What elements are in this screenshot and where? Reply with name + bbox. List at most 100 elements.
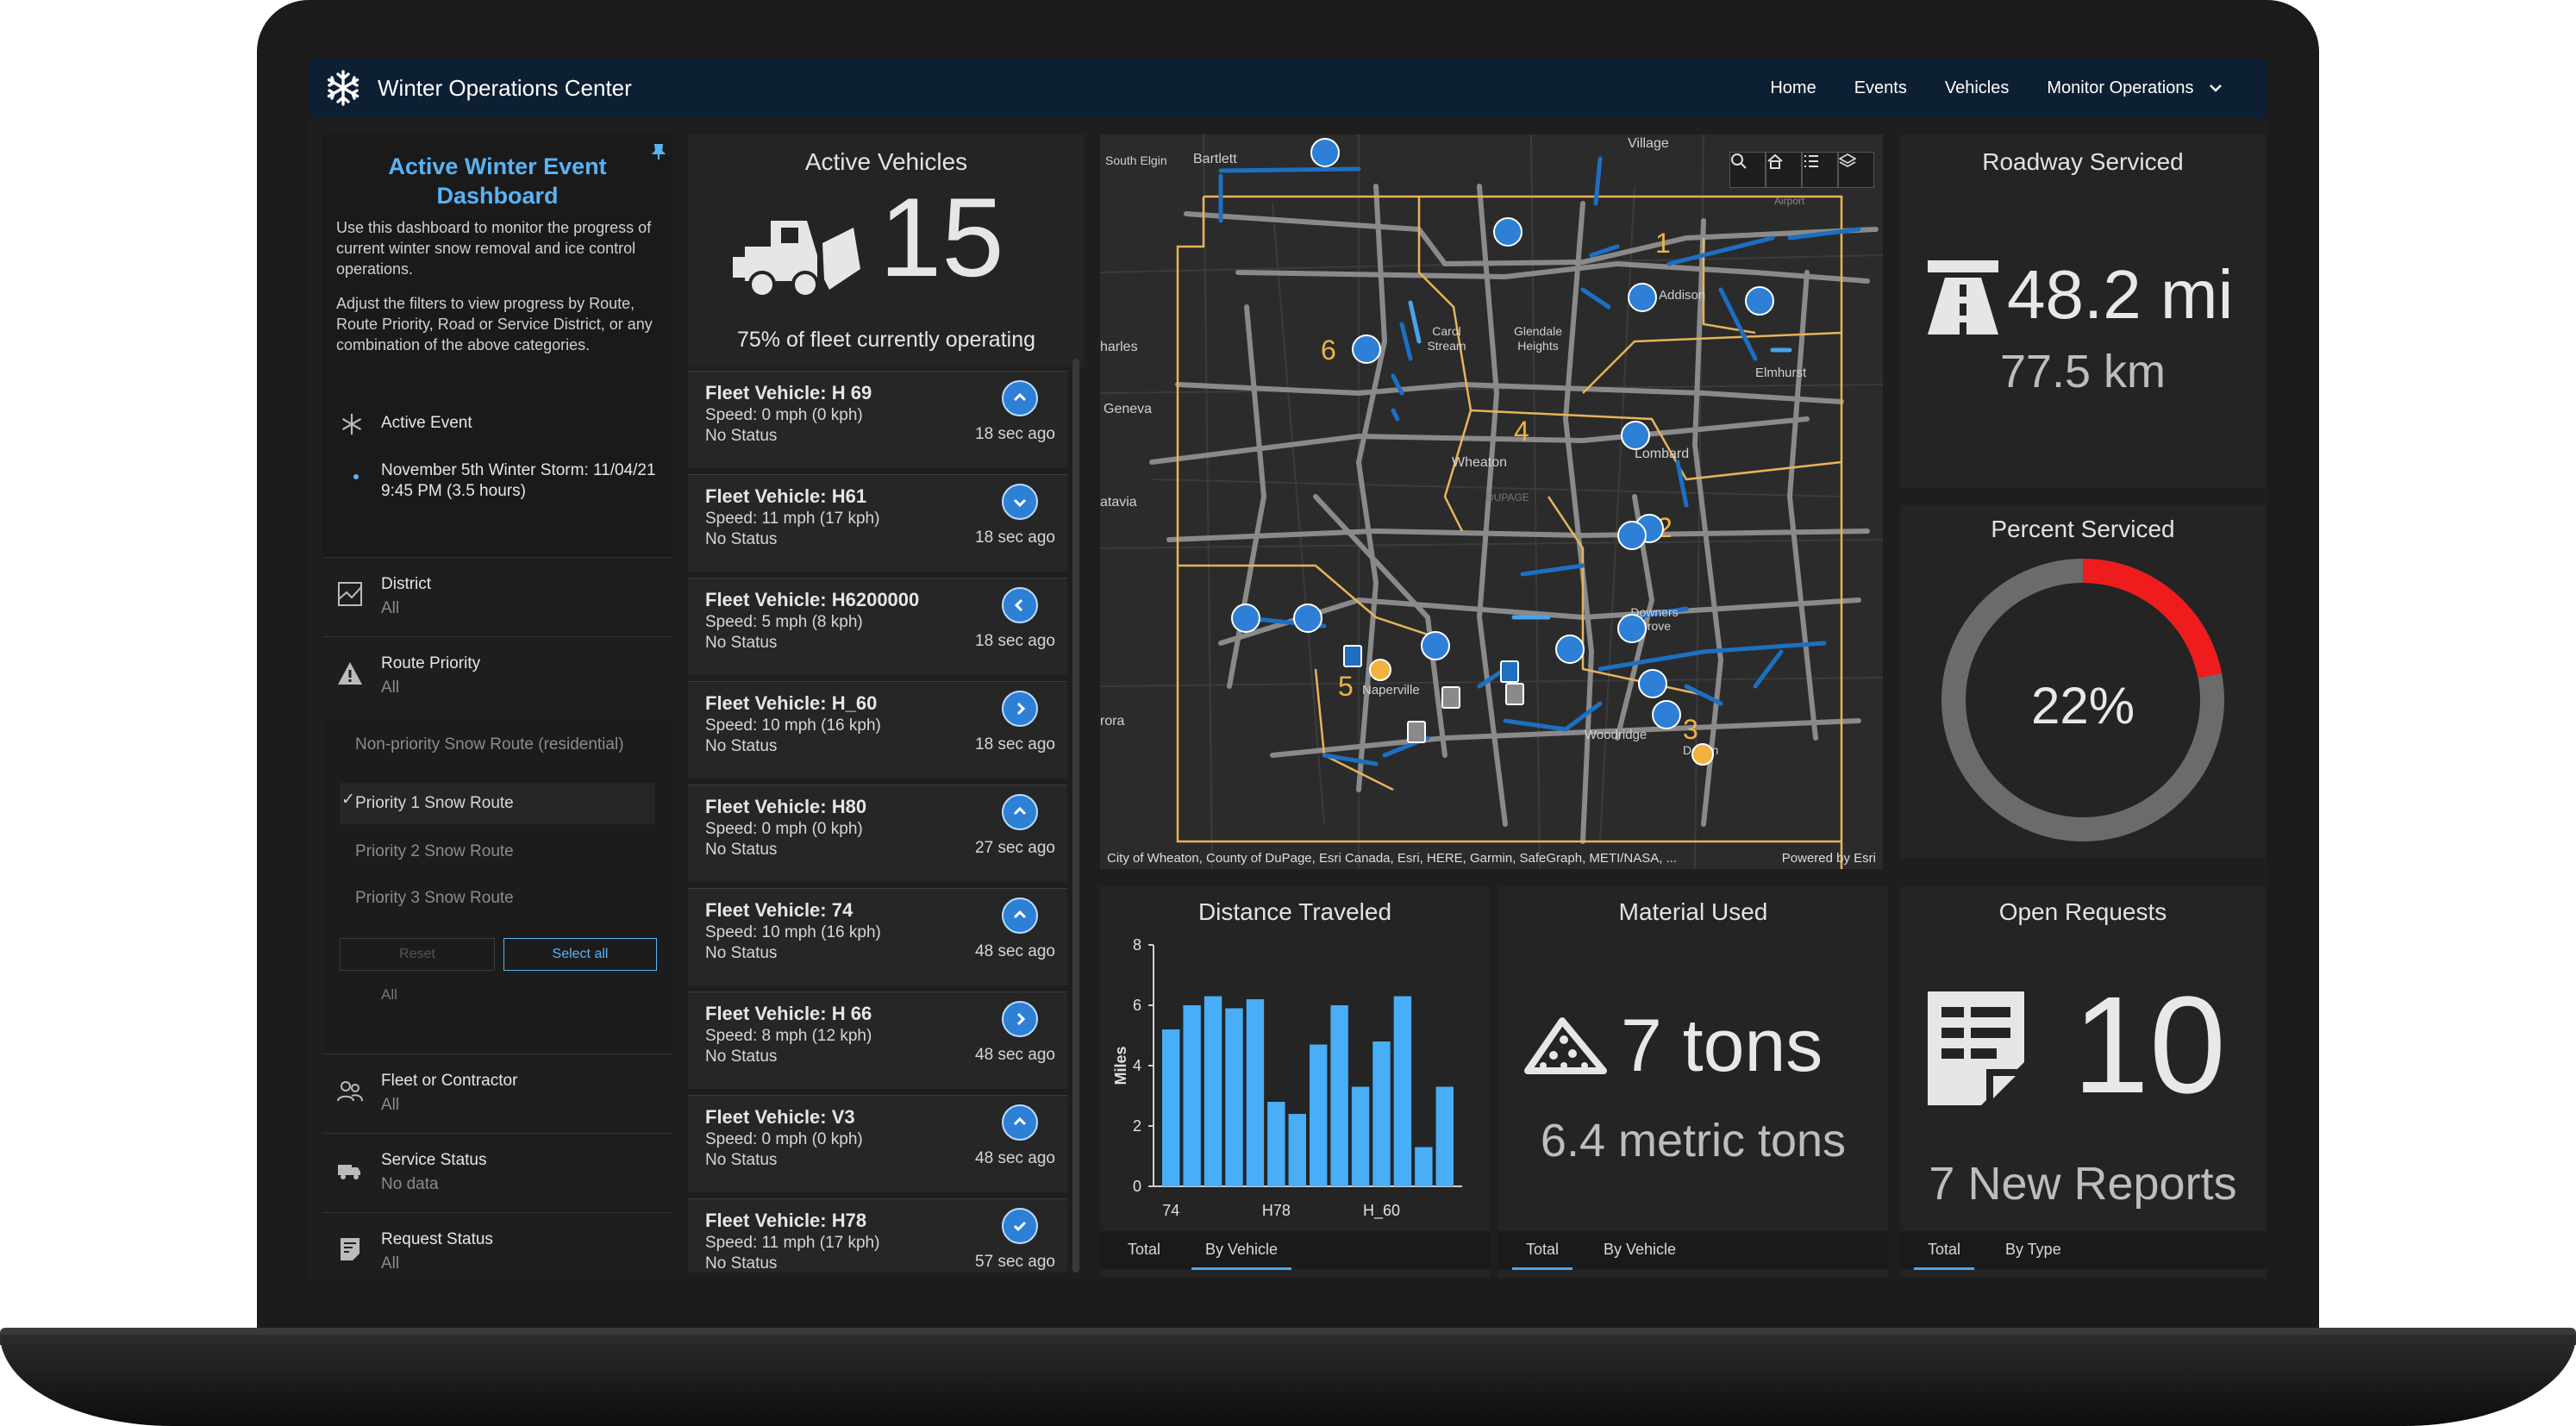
request-pin-icon[interactable] xyxy=(1407,721,1426,743)
place-naperville: Naperville xyxy=(1362,683,1420,697)
vehicle-list-item[interactable]: Fleet Vehicle: H80 Speed: 0 mph (0 kph) No… xyxy=(688,785,1067,882)
vehicle-marker-icon[interactable] xyxy=(1493,217,1522,247)
vehicle-marker-icon[interactable] xyxy=(1617,521,1647,550)
request-pin-icon[interactable] xyxy=(1343,645,1362,667)
bar[interactable] xyxy=(1310,1044,1328,1187)
highway-icon xyxy=(1928,260,1998,335)
bar[interactable] xyxy=(1162,1029,1180,1186)
vehicle-marker-icon[interactable] xyxy=(1617,614,1647,643)
vehicle-speed: Speed: 11 mph (17 kph) xyxy=(705,510,880,528)
active-vehicles-summary: Active Vehicles 15 75% of fleet currentl… xyxy=(688,134,1085,367)
bar[interactable] xyxy=(1225,1008,1243,1187)
vehicle-marker-icon[interactable] xyxy=(1638,669,1667,698)
vehicle-name: Fleet Vehicle: H78 xyxy=(705,1210,867,1231)
vehicle-name: Fleet Vehicle: H80 xyxy=(705,796,867,817)
nav-events[interactable]: Events xyxy=(1835,78,1926,98)
material-used-panel: Material Used 7 tons 6.4 metric tons Tot… xyxy=(1498,886,1888,1278)
material-tab-by-vehicle[interactable]: By Vehicle xyxy=(1590,1231,1690,1267)
vehicle-marker-icon[interactable] xyxy=(1628,283,1657,312)
distance-traveled-panel: Distance Traveled 0 2 4 6 8 Miles 74 H78 H_60 To… xyxy=(1100,886,1490,1278)
home-icon xyxy=(1767,153,1783,169)
option-non-priority[interactable]: Non-priority Snow Route (residential) xyxy=(355,735,657,755)
vehicle-list-scrollbar[interactable] xyxy=(1072,359,1079,1273)
percent-serviced-title: Percent Serviced xyxy=(1991,516,2175,542)
active-vehicles-count: 15 xyxy=(879,174,1004,300)
place-wheaton: Wheaton xyxy=(1452,455,1508,470)
filter-route-priority[interactable]: Route Priority All xyxy=(322,636,672,715)
vehicle-status: No Status xyxy=(705,1048,778,1066)
bar[interactable] xyxy=(1204,996,1222,1187)
y-tick-label: 6 xyxy=(1133,997,1141,1014)
vehicle-list-item[interactable]: Fleet Vehicle: H 69 Speed: 0 mph (0 kph) N… xyxy=(688,371,1067,468)
option-priority-2[interactable]: Priority 2 Snow Route xyxy=(355,841,657,862)
bar[interactable] xyxy=(1435,1086,1454,1187)
bar[interactable] xyxy=(1246,999,1265,1186)
vehicle-name: Fleet Vehicle: V3 xyxy=(705,1106,855,1128)
active-event-value[interactable]: November 5th Winter Storm: 11/04/21 9:45… xyxy=(381,460,657,502)
reset-button[interactable]: Reset xyxy=(340,938,495,971)
roadway-km: 77.5 km xyxy=(1999,346,2166,397)
requests-tab-total[interactable]: Total xyxy=(1914,1231,1975,1270)
vehicle-list-item[interactable]: Fleet Vehicle: 74 Speed: 10 mph (16 kph) N… xyxy=(688,888,1067,985)
map-layers-button[interactable] xyxy=(1838,152,1874,188)
bar[interactable] xyxy=(1415,1147,1433,1187)
vehicle-list-item[interactable]: Fleet Vehicle: H_60 Speed: 10 mph (16 kph… xyxy=(688,681,1067,779)
material-tab-total[interactable]: Total xyxy=(1512,1231,1573,1270)
filter-service-status[interactable]: Service Status No data xyxy=(322,1133,672,1213)
bar[interactable] xyxy=(1372,1041,1391,1186)
bar[interactable] xyxy=(1351,1086,1370,1187)
nav-vehicles[interactable]: Vehicles xyxy=(1926,78,2029,98)
vehicle-status: No Status xyxy=(705,1151,778,1169)
vehicle-marker-icon[interactable] xyxy=(1621,421,1650,450)
vehicle-marker-icon[interactable] xyxy=(1745,286,1774,316)
distance-tab-total[interactable]: Total xyxy=(1114,1231,1174,1267)
bar[interactable] xyxy=(1393,996,1412,1187)
vehicle-marker-icon[interactable] xyxy=(1555,635,1585,664)
bar[interactable] xyxy=(1330,1005,1348,1186)
filter-district[interactable]: District All xyxy=(322,557,672,637)
vehicle-list-item[interactable]: Fleet Vehicle: V3 Speed: 0 mph (0 kph) No … xyxy=(688,1095,1067,1192)
snowflake-icon xyxy=(341,413,362,435)
map-legend-button[interactable] xyxy=(1802,152,1838,188)
vehicle-marker-icon[interactable] xyxy=(1310,138,1340,167)
direction-arrow-icon xyxy=(1002,794,1038,830)
map-powered-by[interactable]: Powered by Esri xyxy=(1782,851,1876,866)
place-charles: harles xyxy=(1100,340,1138,354)
vehicle-list-item[interactable]: Fleet Vehicle: H61 Speed: 11 mph (17 kph)… xyxy=(688,474,1067,572)
vehicle-marker-icon[interactable] xyxy=(1421,631,1450,660)
requests-tab-by-type[interactable]: By Type xyxy=(1991,1231,2075,1267)
request-pin-icon[interactable] xyxy=(1441,686,1460,709)
request-pin-icon[interactable] xyxy=(1500,660,1519,683)
vehicle-marker-icon[interactable] xyxy=(1652,700,1681,729)
request-pin-icon[interactable] xyxy=(1505,683,1524,705)
vehicle-last-update: 18 sec ago xyxy=(975,735,1055,754)
vehicle-marker-icon[interactable] xyxy=(1352,335,1381,364)
pin-icon[interactable] xyxy=(652,143,666,160)
bar[interactable] xyxy=(1267,1102,1285,1186)
bar[interactable] xyxy=(1183,1005,1201,1186)
option-priority-3[interactable]: Priority 3 Snow Route xyxy=(355,888,657,909)
option-priority-1[interactable]: Priority 1 Snow Route xyxy=(355,793,657,814)
request-pin-icon[interactable] xyxy=(1369,659,1391,681)
select-all-button[interactable]: Select all xyxy=(503,938,657,971)
distance-tab-by-vehicle[interactable]: By Vehicle xyxy=(1191,1231,1292,1270)
donut-serviced-arc[interactable] xyxy=(2082,559,2223,679)
vehicle-list-item[interactable]: Fleet Vehicle: H6200000 Speed: 5 mph (8 k… xyxy=(688,578,1067,675)
request-pin-icon[interactable] xyxy=(1691,743,1714,766)
vehicle-marker-icon[interactable] xyxy=(1293,604,1322,633)
vehicle-last-update: 27 sec ago xyxy=(975,839,1055,857)
bar[interactable] xyxy=(1288,1114,1306,1186)
vehicle-list-item[interactable]: Fleet Vehicle: H 66 Speed: 8 mph (12 kph)… xyxy=(688,991,1067,1089)
x-tick-label: H78 xyxy=(1262,1202,1291,1219)
report-icon xyxy=(1928,991,2024,1105)
dashboard-screen: Winter Operations Center Home Events Veh… xyxy=(309,59,2267,1279)
map-view[interactable]: South Elgin Bartlett Village Airport har… xyxy=(1100,134,1883,869)
filter-request-status[interactable]: Request Status All xyxy=(322,1212,672,1273)
vehicle-list-item[interactable]: Fleet Vehicle: H78 Speed: 11 mph (17 kph)… xyxy=(688,1198,1067,1273)
filter-fleet[interactable]: Fleet or Contractor All xyxy=(322,1054,672,1134)
map-search-button[interactable] xyxy=(1729,152,1766,188)
vehicle-marker-icon[interactable] xyxy=(1231,604,1260,633)
nav-home[interactable]: Home xyxy=(1751,78,1835,98)
map-home-button[interactable] xyxy=(1766,152,1802,188)
nav-monitor-operations[interactable]: Monitor Operations xyxy=(2028,78,2241,98)
